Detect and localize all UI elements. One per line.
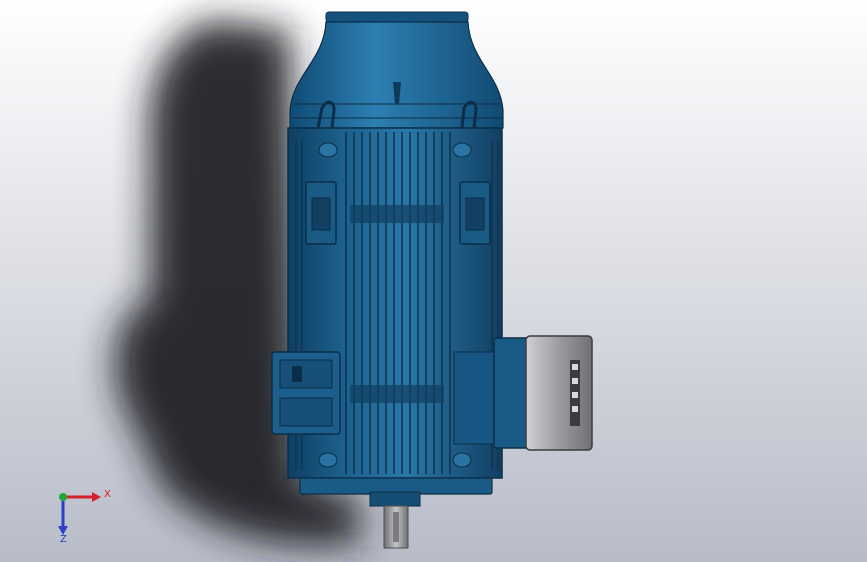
nameplate-icon-right xyxy=(459,181,491,245)
bearing-housing xyxy=(369,491,421,507)
cad-viewport[interactable]: X Z xyxy=(0,0,867,562)
nameplate-icon-left xyxy=(305,181,337,245)
junction-box-icon[interactable] xyxy=(493,335,593,451)
fin-band-lower xyxy=(350,385,444,403)
fin-band-upper xyxy=(350,205,444,223)
triad-label-x: X xyxy=(104,489,111,500)
terminal-box-icon xyxy=(271,351,341,435)
y-axis-dot xyxy=(59,493,67,501)
conduit-recess xyxy=(453,351,495,445)
shaft-keyway xyxy=(393,512,399,542)
triad-label-z: Z xyxy=(60,534,67,545)
